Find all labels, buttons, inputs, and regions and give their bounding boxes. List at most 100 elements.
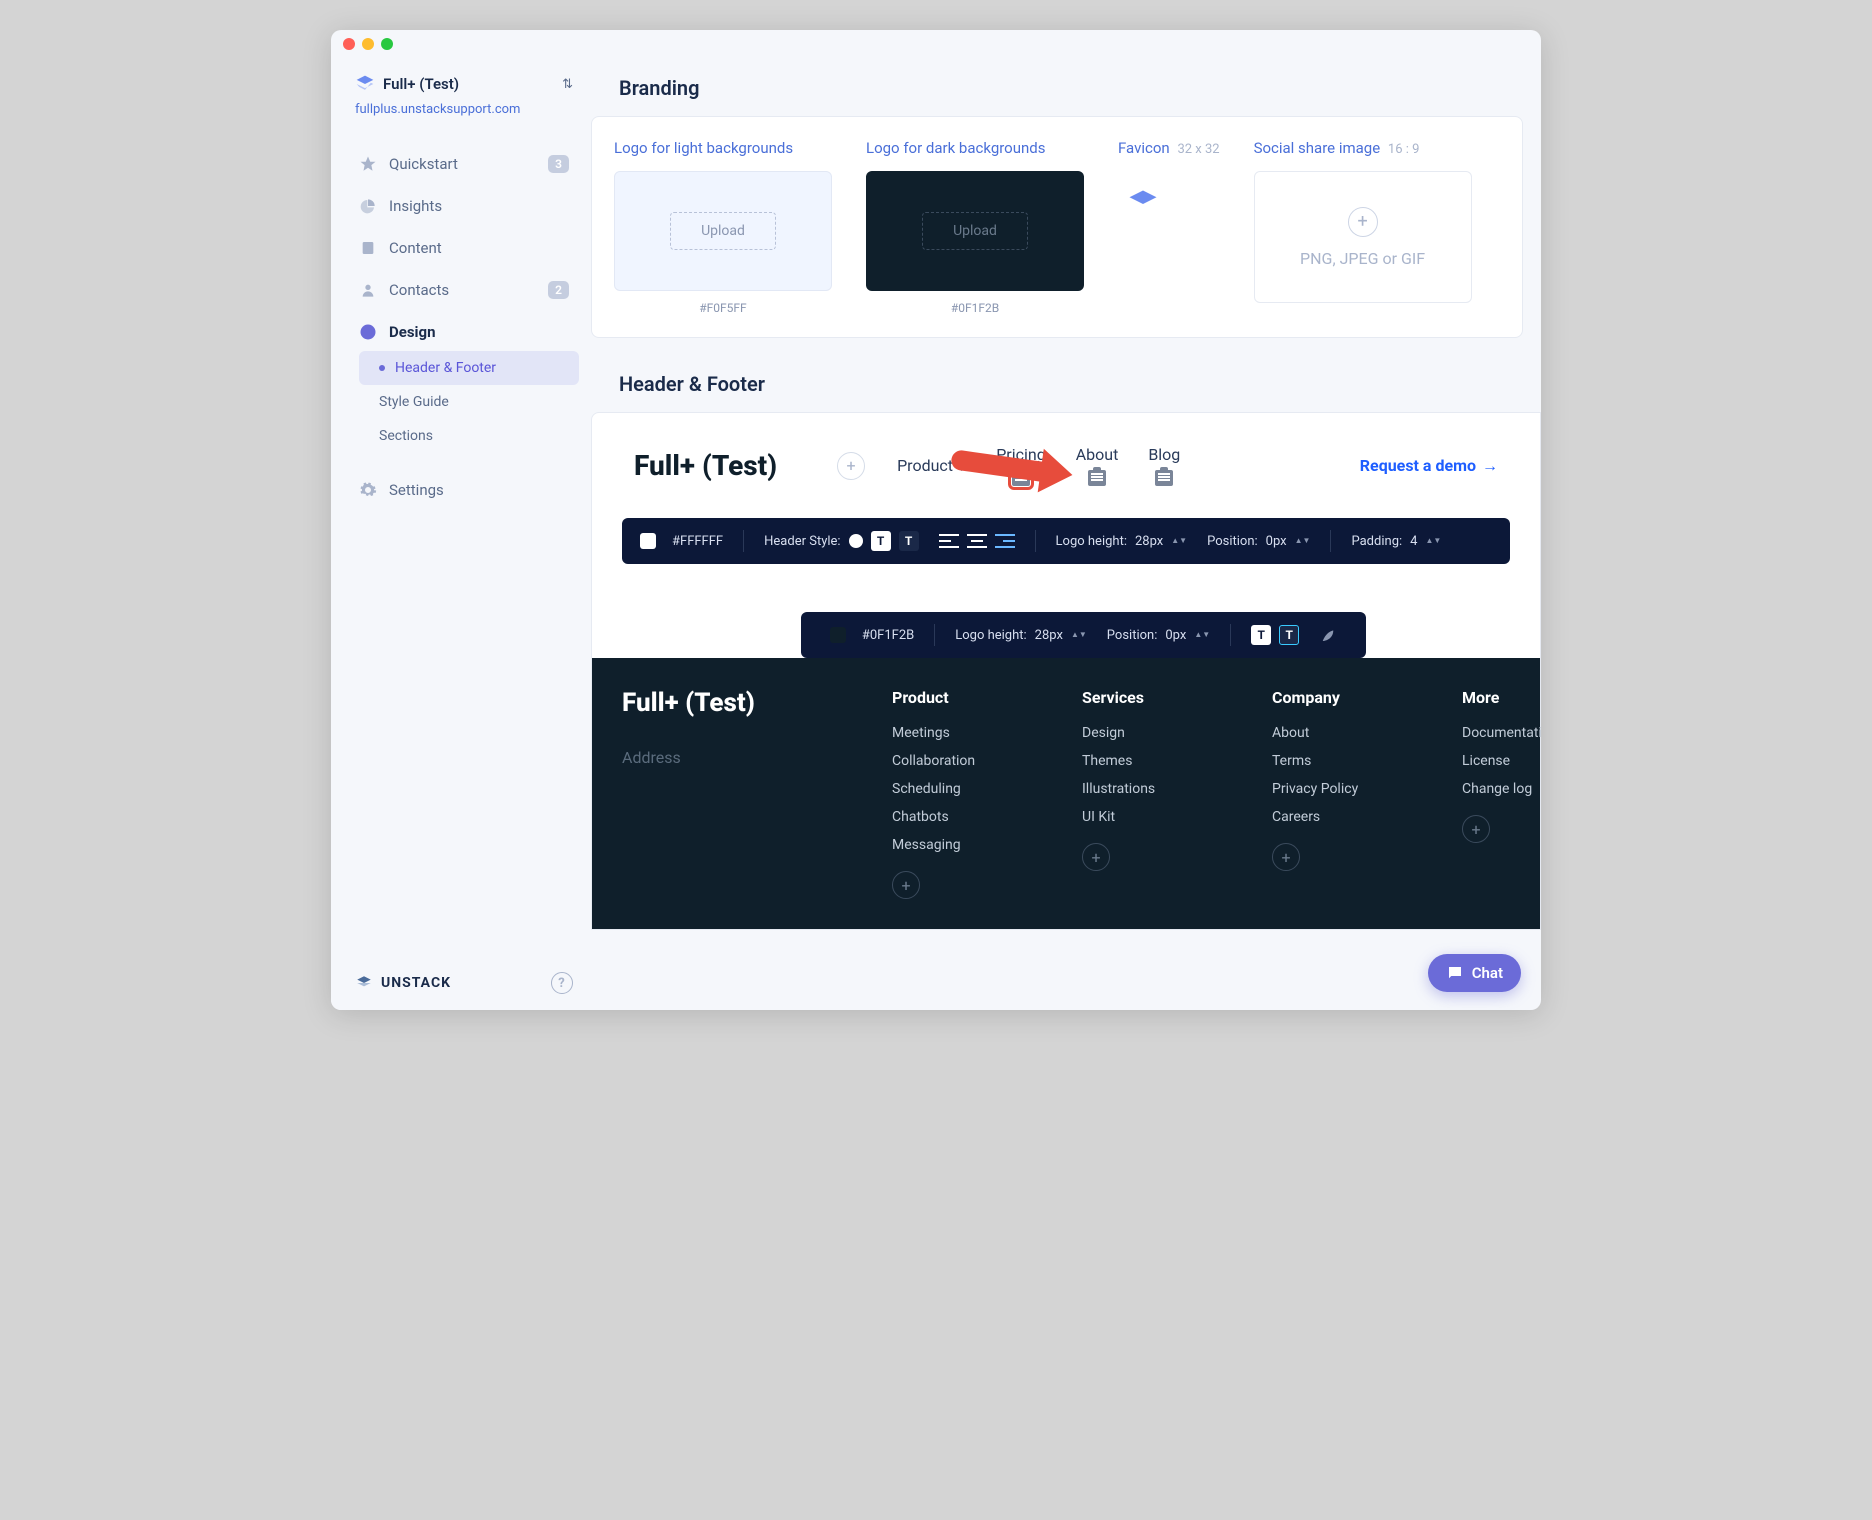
minimize-window-icon[interactable]	[362, 38, 374, 50]
nav-link-blog[interactable]: Blog	[1148, 445, 1180, 486]
footer-link[interactable]: Careers	[1272, 809, 1412, 825]
footer-link[interactable]: Collaboration	[892, 753, 1032, 769]
nav-link-product[interactable]: Product ⌄	[897, 456, 966, 475]
sidebar-item-quickstart[interactable]: Quickstart 3	[349, 145, 579, 183]
nav-cta[interactable]: Request a demo→	[1360, 456, 1498, 476]
nav-link-about[interactable]: About	[1076, 445, 1119, 486]
text-light-button[interactable]: T	[871, 531, 891, 551]
maximize-window-icon[interactable]	[381, 38, 393, 50]
stack-icon	[355, 74, 375, 94]
upload-button[interactable]: Upload	[670, 212, 776, 250]
footer-link[interactable]: Change log	[1462, 781, 1541, 797]
upload-button[interactable]: Upload	[922, 212, 1028, 250]
logo-height-label: Logo height:	[955, 628, 1026, 643]
text-light-button[interactable]: T	[1251, 625, 1271, 645]
stepper[interactable]: ▲▼	[1295, 537, 1311, 545]
stepper[interactable]: ▲▼	[1425, 537, 1441, 545]
favicon-preview[interactable]	[1118, 179, 1168, 229]
sidebar: Full+ (Test) ⇅ fullplus.unstacksupport.c…	[331, 58, 591, 1010]
logo-height-value[interactable]: 28px	[1035, 628, 1063, 643]
footer-site-title[interactable]: Full+ (Test)	[622, 688, 842, 718]
footer-add-button[interactable]: +	[892, 871, 920, 899]
footer-link[interactable]: Design	[1082, 725, 1222, 741]
text-dark-button[interactable]: T	[899, 531, 919, 551]
logo-dark-upload[interactable]: Upload	[866, 171, 1084, 291]
footer-link[interactable]: Messaging	[892, 837, 1032, 853]
footer-col-heading: Company	[1272, 688, 1412, 707]
logo-light-upload[interactable]: Upload	[614, 171, 832, 291]
sidebar-subitem-style-guide[interactable]: Style Guide	[359, 385, 579, 419]
footer-link[interactable]: Chatbots	[892, 809, 1032, 825]
branding-title: Branding	[591, 76, 1541, 116]
position-label: Position:	[1207, 534, 1258, 549]
sidebar-subitem-sections[interactable]: Sections	[359, 419, 579, 453]
footer-link[interactable]: UI Kit	[1082, 809, 1222, 825]
stepper[interactable]: ▲▼	[1071, 631, 1087, 639]
footer-link[interactable]: Privacy Policy	[1272, 781, 1412, 797]
footer-address[interactable]: Address	[622, 748, 842, 767]
brand-name: UNSTACK	[381, 975, 451, 991]
header-toolbar: #FFFFFF Header Style: T T Logo heigh	[622, 518, 1510, 564]
sidebar-item-design[interactable]: Design	[349, 313, 579, 351]
sidebar-item-contacts[interactable]: Contacts 2	[349, 271, 579, 309]
hf-panel: Full+ (Test) + Product ⌄ Pricing About	[591, 412, 1541, 930]
footer-link[interactable]: About	[1272, 725, 1412, 741]
favicon-col: Favicon 32 x 32	[1118, 139, 1220, 229]
arrow-right-icon: →	[1482, 456, 1498, 476]
footer-link[interactable]: Terms	[1272, 753, 1412, 769]
header-color[interactable]: #FFFFFF	[640, 533, 723, 549]
footer-link[interactable]: Themes	[1082, 753, 1222, 769]
clipboard-icon[interactable]	[1155, 470, 1173, 486]
logo-height-value[interactable]: 28px	[1135, 534, 1163, 549]
sidebar-footer: UNSTACK ?	[349, 964, 579, 998]
position-value[interactable]: 0px	[1165, 628, 1186, 643]
style-toggle[interactable]	[849, 534, 863, 548]
footer-link[interactable]: Meetings	[892, 725, 1032, 741]
workspace-url[interactable]: fullplus.unstacksupport.com	[349, 98, 579, 121]
nav-link-pricing[interactable]: Pricing	[996, 445, 1046, 486]
sidebar-label: Quickstart	[389, 155, 458, 173]
hf-title: Header & Footer	[591, 372, 1541, 412]
sidebar-label: Contacts	[389, 281, 449, 299]
sidebar-item-settings[interactable]: Settings	[349, 471, 579, 509]
footer-link[interactable]: Documentation	[1462, 725, 1541, 741]
sidebar-item-insights[interactable]: Insights	[349, 187, 579, 225]
footer-add-button[interactable]: +	[1272, 843, 1300, 871]
chat-icon	[1446, 964, 1464, 982]
align-left-button[interactable]	[939, 534, 959, 548]
padding-label: Padding:	[1351, 534, 1402, 549]
padding-value[interactable]: 4	[1410, 534, 1417, 549]
text-dark-button[interactable]: T	[1279, 625, 1299, 645]
social-upload[interactable]: + PNG, JPEG or GIF	[1254, 171, 1472, 303]
footer-toolbar: #0F1F2B Logo height: 28px ▲▼ Position: 0p…	[801, 612, 1366, 658]
footer-add-button[interactable]: +	[1462, 815, 1490, 843]
stepper[interactable]: ▲▼	[1194, 631, 1210, 639]
stepper[interactable]: ▲▼	[1171, 537, 1187, 545]
add-nav-button[interactable]: +	[837, 452, 865, 480]
clipboard-icon[interactable]	[1012, 470, 1030, 486]
align-center-button[interactable]	[967, 534, 987, 548]
sidebar-subitem-header-footer[interactable]: Header & Footer	[359, 351, 579, 385]
footer-link[interactable]: Illustrations	[1082, 781, 1222, 797]
help-button[interactable]: ?	[551, 972, 573, 994]
footer-add-button[interactable]: +	[1082, 843, 1110, 871]
logo-light-label: Logo for light backgrounds	[614, 139, 832, 157]
leaf-icon[interactable]	[1319, 626, 1337, 644]
sidebar-label: Design	[389, 323, 436, 341]
close-window-icon[interactable]	[343, 38, 355, 50]
clipboard-icon[interactable]	[1088, 470, 1106, 486]
palette-icon	[359, 323, 377, 341]
sidebar-label: Header & Footer	[395, 360, 496, 376]
badge: 3	[548, 155, 569, 173]
chat-widget[interactable]: Chat	[1428, 954, 1521, 992]
footer-link[interactable]: Scheduling	[892, 781, 1032, 797]
footer-color[interactable]: #0F1F2B	[830, 627, 914, 643]
workspace-switcher[interactable]: Full+ (Test) ⇅	[349, 70, 579, 98]
position-label: Position:	[1107, 628, 1158, 643]
logo-height-label: Logo height:	[1056, 534, 1127, 549]
sidebar-item-content[interactable]: Content	[349, 229, 579, 267]
site-title[interactable]: Full+ (Test)	[634, 449, 777, 482]
footer-link[interactable]: License	[1462, 753, 1541, 769]
position-value[interactable]: 0px	[1266, 534, 1287, 549]
align-right-button[interactable]	[995, 534, 1015, 548]
